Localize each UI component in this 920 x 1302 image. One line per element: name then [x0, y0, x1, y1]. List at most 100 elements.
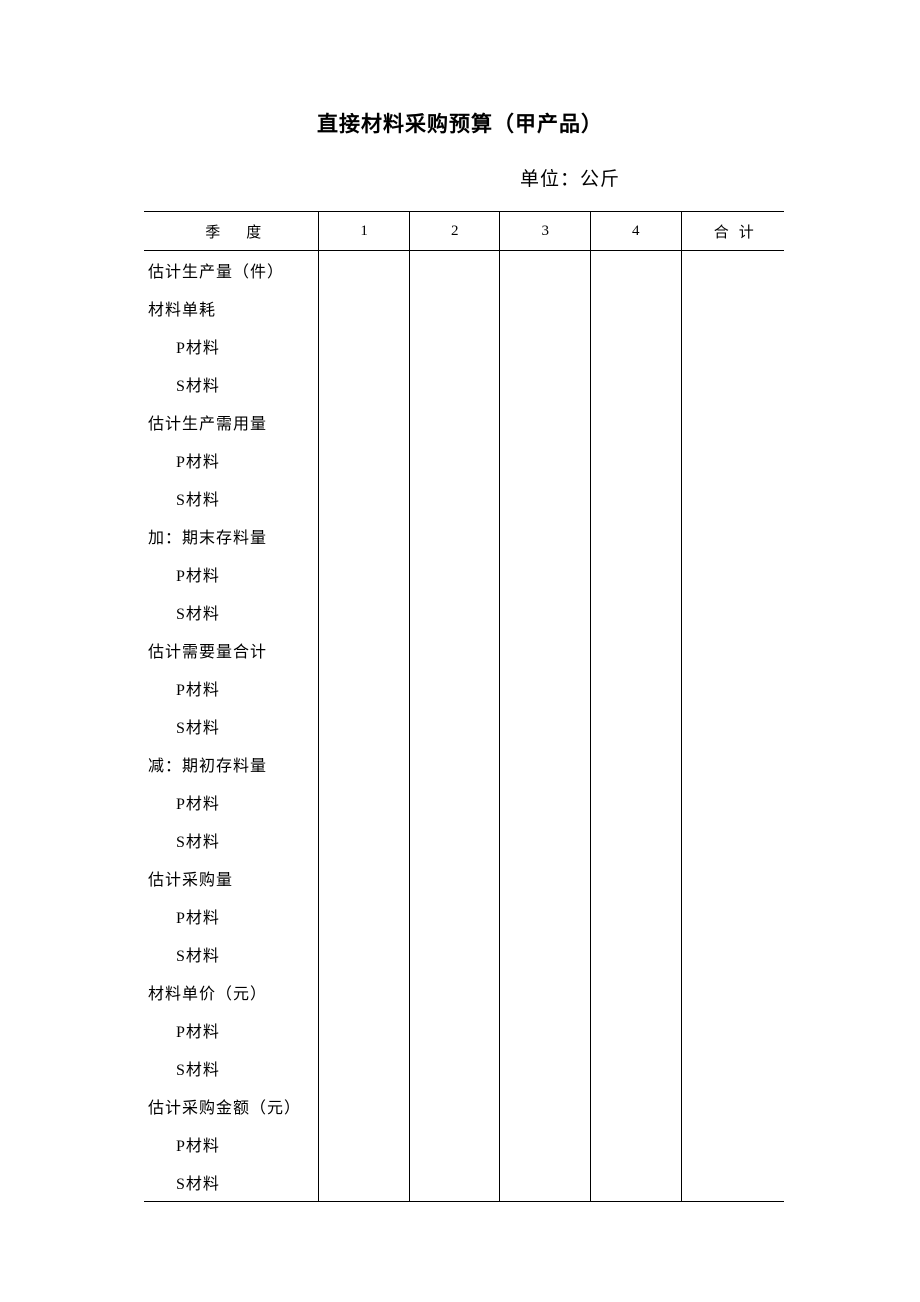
- cell-q1: [319, 1087, 410, 1125]
- cell-q1: [319, 441, 410, 479]
- table-row: P材料: [144, 897, 784, 935]
- cell-q4: [591, 1163, 682, 1202]
- header-q3: 3: [500, 212, 591, 251]
- cell-q3: [500, 289, 591, 327]
- cell-q2: [409, 669, 500, 707]
- table-row: 估计生产需用量: [144, 403, 784, 441]
- cell-q4: [591, 289, 682, 327]
- row-label: 材料单耗: [144, 289, 319, 327]
- cell-total: [681, 1049, 784, 1087]
- row-label: S材料: [144, 1049, 319, 1087]
- table-row: 材料单耗: [144, 289, 784, 327]
- cell-q1: [319, 251, 410, 290]
- cell-total: [681, 327, 784, 365]
- row-label: P材料: [144, 327, 319, 365]
- cell-total: [681, 289, 784, 327]
- cell-q2: [409, 517, 500, 555]
- cell-total: [681, 555, 784, 593]
- cell-q1: [319, 403, 410, 441]
- cell-total: [681, 897, 784, 935]
- cell-q4: [591, 859, 682, 897]
- cell-q3: [500, 669, 591, 707]
- row-label: P材料: [144, 897, 319, 935]
- cell-q4: [591, 327, 682, 365]
- row-label: S材料: [144, 707, 319, 745]
- cell-q4: [591, 1011, 682, 1049]
- header-q2: 2: [409, 212, 500, 251]
- cell-q3: [500, 897, 591, 935]
- cell-q3: [500, 631, 591, 669]
- table-row: P材料: [144, 1125, 784, 1163]
- cell-q4: [591, 669, 682, 707]
- row-label: 估计采购量: [144, 859, 319, 897]
- row-label: P材料: [144, 783, 319, 821]
- cell-q4: [591, 821, 682, 859]
- cell-q2: [409, 365, 500, 403]
- cell-q1: [319, 365, 410, 403]
- cell-q1: [319, 707, 410, 745]
- cell-total: [681, 745, 784, 783]
- cell-q3: [500, 821, 591, 859]
- cell-total: [681, 859, 784, 897]
- cell-q2: [409, 1049, 500, 1087]
- row-label: P材料: [144, 669, 319, 707]
- header-q4: 4: [591, 212, 682, 251]
- cell-q4: [591, 1087, 682, 1125]
- cell-q3: [500, 1163, 591, 1202]
- row-label: P材料: [144, 441, 319, 479]
- cell-q3: [500, 479, 591, 517]
- cell-q4: [591, 365, 682, 403]
- cell-q4: [591, 1125, 682, 1163]
- cell-q4: [591, 973, 682, 1011]
- cell-total: [681, 935, 784, 973]
- cell-q1: [319, 935, 410, 973]
- cell-total: [681, 479, 784, 517]
- cell-q3: [500, 1087, 591, 1125]
- cell-q2: [409, 973, 500, 1011]
- cell-q3: [500, 327, 591, 365]
- cell-q4: [591, 403, 682, 441]
- cell-total: [681, 973, 784, 1011]
- row-label: 估计生产量（件）: [144, 251, 319, 290]
- cell-q1: [319, 897, 410, 935]
- table-row: 加：期末存料量: [144, 517, 784, 555]
- row-label: P材料: [144, 1011, 319, 1049]
- cell-q3: [500, 365, 591, 403]
- cell-total: [681, 1163, 784, 1202]
- table-row: 估计生产量（件）: [144, 251, 784, 290]
- cell-q4: [591, 517, 682, 555]
- row-label: S材料: [144, 479, 319, 517]
- row-label: 减：期初存料量: [144, 745, 319, 783]
- cell-q3: [500, 745, 591, 783]
- cell-q4: [591, 251, 682, 290]
- table-row: S材料: [144, 365, 784, 403]
- cell-q2: [409, 1125, 500, 1163]
- header-q1: 1: [319, 212, 410, 251]
- cell-q2: [409, 897, 500, 935]
- cell-q4: [591, 631, 682, 669]
- cell-q4: [591, 441, 682, 479]
- table-row: 估计需要量合计: [144, 631, 784, 669]
- cell-q3: [500, 707, 591, 745]
- cell-q1: [319, 289, 410, 327]
- cell-q3: [500, 935, 591, 973]
- cell-q2: [409, 251, 500, 290]
- row-label: P材料: [144, 555, 319, 593]
- table-row: S材料: [144, 593, 784, 631]
- cell-q2: [409, 555, 500, 593]
- cell-q1: [319, 555, 410, 593]
- row-label: S材料: [144, 821, 319, 859]
- cell-q3: [500, 1011, 591, 1049]
- cell-q4: [591, 783, 682, 821]
- cell-q3: [500, 517, 591, 555]
- document-title: 直接材料采购预算（甲产品）: [130, 108, 790, 138]
- row-label: 估计需要量合计: [144, 631, 319, 669]
- table-row: P材料: [144, 327, 784, 365]
- table-row: S材料: [144, 479, 784, 517]
- cell-q3: [500, 555, 591, 593]
- cell-q1: [319, 479, 410, 517]
- cell-q1: [319, 1011, 410, 1049]
- table-row: P材料: [144, 441, 784, 479]
- cell-total: [681, 1125, 784, 1163]
- cell-q2: [409, 707, 500, 745]
